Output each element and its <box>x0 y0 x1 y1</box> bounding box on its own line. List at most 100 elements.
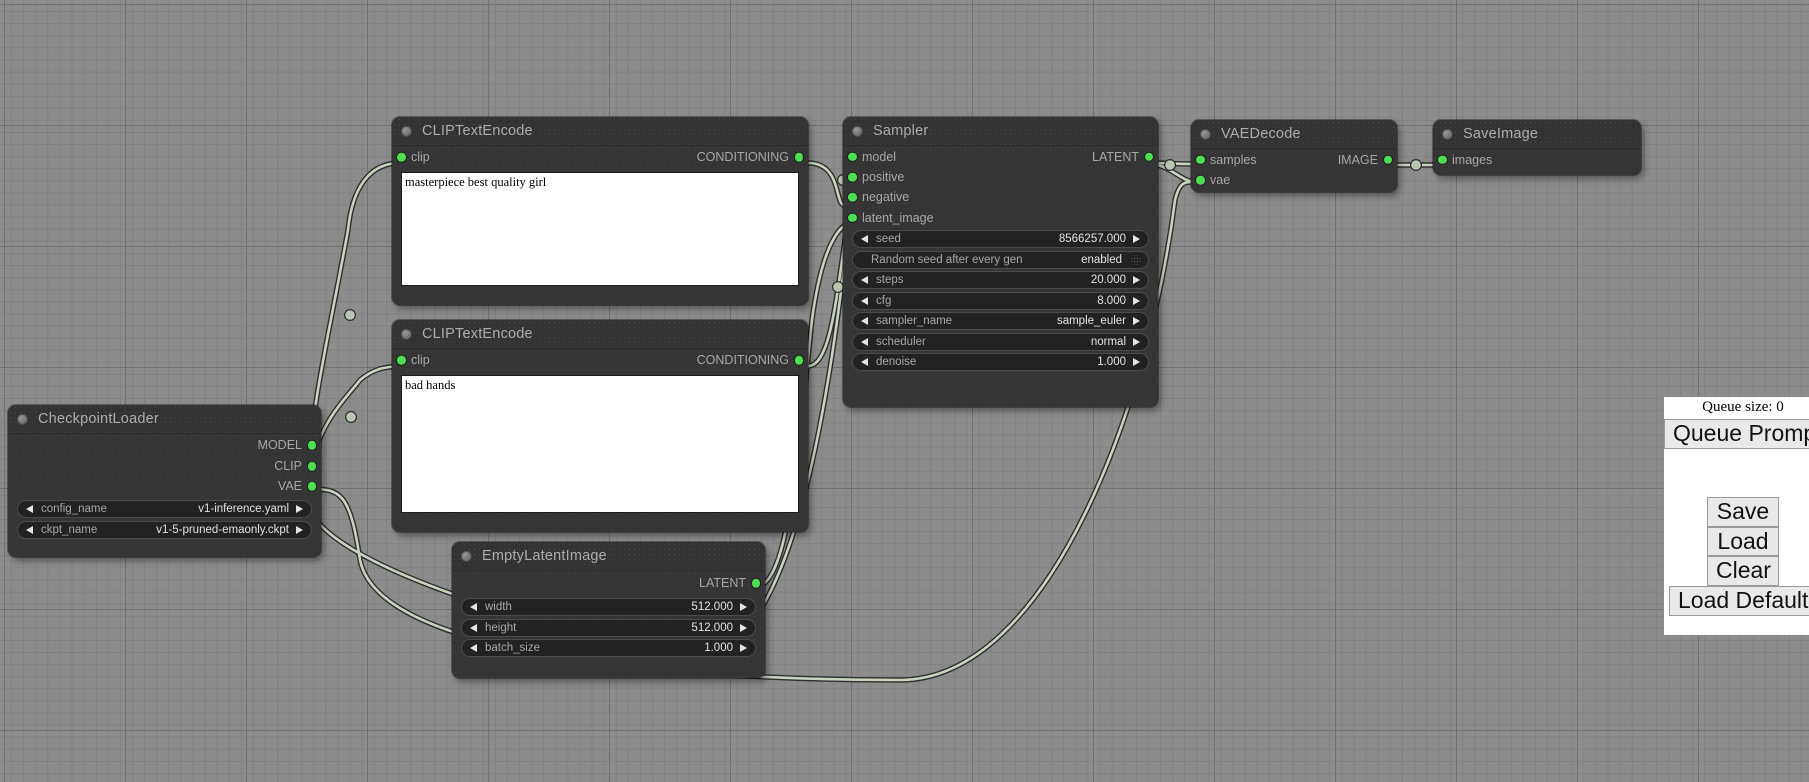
input-pip-model[interactable] <box>848 152 857 161</box>
decrement-arrow-icon[interactable] <box>861 276 868 284</box>
widget-batch-size[interactable]: batch_size 1.000 <box>461 639 756 657</box>
previous-arrow-icon[interactable] <box>26 526 33 534</box>
collapse-toggle-icon[interactable] <box>401 329 412 340</box>
widget-scheduler[interactable]: scheduler normal <box>852 333 1149 351</box>
output-pip-image[interactable] <box>1384 155 1393 164</box>
widget-denoise[interactable]: denoise 1.000 <box>852 353 1149 371</box>
slot-row: clip CONDITIONING <box>392 349 808 371</box>
widget-seed[interactable]: seed 8566257.000 <box>852 230 1149 248</box>
node-vaedecode[interactable]: VAEDecode samples IMAGE vae <box>1191 120 1397 192</box>
output-pip-conditioning[interactable] <box>795 356 804 365</box>
widget-label: sampler_name <box>876 315 952 327</box>
output-pip-clip[interactable] <box>308 462 317 471</box>
decrement-arrow-icon[interactable] <box>861 358 868 366</box>
input-pip-images[interactable] <box>1438 155 1447 164</box>
collapse-toggle-icon[interactable] <box>401 126 412 137</box>
widget-random-seed-toggle[interactable]: Random seed after every gen enabled <box>852 251 1149 269</box>
input-label-images: images <box>1452 153 1492 167</box>
collapse-toggle-icon[interactable] <box>1200 129 1211 140</box>
input-pip-clip[interactable] <box>397 153 406 162</box>
load-button[interactable]: Load <box>1707 527 1779 557</box>
next-arrow-icon[interactable] <box>296 505 303 513</box>
node-saveimage[interactable]: SaveImage images <box>1433 120 1641 175</box>
input-pip-positive[interactable] <box>848 173 857 182</box>
next-arrow-icon[interactable] <box>1133 317 1140 325</box>
slot-row: CLIP <box>8 456 321 476</box>
decrement-arrow-icon[interactable] <box>861 235 868 243</box>
node-header[interactable]: VAEDecode <box>1191 120 1397 149</box>
node-title: CLIPTextEncode <box>422 326 533 342</box>
node-sampler[interactable]: Sampler model LATENT positive negative l… <box>843 117 1158 407</box>
widget-steps[interactable]: steps 20.000 <box>852 271 1149 289</box>
node-emptylatentimage[interactable]: EmptyLatentImage LATENT width 512.000 he… <box>452 542 765 678</box>
menu-panel[interactable]: Queue size: 0 Queue Prompt Save Load Cle… <box>1663 396 1809 636</box>
node-title: CLIPTextEncode <box>422 123 533 139</box>
decrement-arrow-icon[interactable] <box>861 297 868 305</box>
node-checkpointloader[interactable]: CheckpointLoader MODEL CLIP VAE config_n… <box>8 405 321 557</box>
widget-label: config_name <box>41 503 107 515</box>
decrement-arrow-icon[interactable] <box>470 624 477 632</box>
increment-arrow-icon[interactable] <box>1133 297 1140 305</box>
slot-row: vae <box>1191 170 1397 190</box>
increment-arrow-icon[interactable] <box>1133 276 1140 284</box>
node-header[interactable]: SaveImage <box>1433 120 1641 149</box>
node-header[interactable]: CLIPTextEncode <box>392 320 808 349</box>
input-pip-samples[interactable] <box>1196 155 1205 164</box>
node-header[interactable]: CheckpointLoader <box>8 405 321 434</box>
collapse-toggle-icon[interactable] <box>17 414 28 425</box>
widget-sampler-name[interactable]: sampler_name sample_euler <box>852 312 1149 330</box>
node-header[interactable]: Sampler <box>843 117 1158 146</box>
next-arrow-icon[interactable] <box>296 526 303 534</box>
output-pip-vae[interactable] <box>308 482 317 491</box>
output-label-image: IMAGE <box>1338 153 1378 167</box>
widget-height[interactable]: height 512.000 <box>461 619 756 637</box>
increment-arrow-icon[interactable] <box>1133 358 1140 366</box>
output-pip-conditioning[interactable] <box>795 153 804 162</box>
decrement-arrow-icon[interactable] <box>470 644 477 652</box>
input-pip-latent-image[interactable] <box>848 213 857 222</box>
node-body: LATENT width 512.000 height 512.000 batc… <box>452 571 765 664</box>
slot-row: positive <box>843 167 1158 187</box>
collapse-toggle-icon[interactable] <box>1442 129 1453 140</box>
queue-prompt-button[interactable]: Queue Prompt <box>1664 419 1809 449</box>
increment-arrow-icon[interactable] <box>740 644 747 652</box>
next-arrow-icon[interactable] <box>1133 338 1140 346</box>
prompt-textarea-positive[interactable]: masterpiece best quality girl <box>401 172 799 286</box>
prompt-textarea-negative[interactable]: bad hands <box>401 375 799 513</box>
increment-arrow-icon[interactable] <box>740 624 747 632</box>
increment-arrow-icon[interactable] <box>1133 235 1140 243</box>
widget-config-name[interactable]: config_name v1-inference.yaml <box>17 500 312 518</box>
node-cliptextencode-negative[interactable]: CLIPTextEncode clip CONDITIONING bad han… <box>392 320 808 532</box>
node-header[interactable]: EmptyLatentImage <box>452 542 765 571</box>
node-graph-canvas[interactable]: CLIPTextEncode clip CONDITIONING masterp… <box>0 0 1809 782</box>
widget-cfg[interactable]: cfg 8.000 <box>852 292 1149 310</box>
load-default-button[interactable]: Load Default <box>1669 586 1809 616</box>
previous-arrow-icon[interactable] <box>861 317 868 325</box>
clear-button[interactable]: Clear <box>1707 556 1779 586</box>
node-header[interactable]: CLIPTextEncode <box>392 117 808 146</box>
decrement-arrow-icon[interactable] <box>470 603 477 611</box>
widget-label: denoise <box>876 356 916 368</box>
output-pip-latent[interactable] <box>1145 152 1154 161</box>
input-pip-negative[interactable] <box>848 193 857 202</box>
widget-label: height <box>485 622 516 634</box>
slot-row: images <box>1433 149 1641 170</box>
widget-width[interactable]: width 512.000 <box>461 598 756 616</box>
output-pip-latent[interactable] <box>752 579 761 588</box>
collapse-toggle-icon[interactable] <box>852 126 863 137</box>
slot-row: VAE <box>8 476 321 496</box>
widget-label: batch_size <box>485 642 540 654</box>
output-label-clip: CLIP <box>274 459 302 473</box>
collapse-toggle-icon[interactable] <box>461 551 472 562</box>
input-pip-vae[interactable] <box>1196 176 1205 185</box>
increment-arrow-icon[interactable] <box>740 603 747 611</box>
input-pip-clip[interactable] <box>397 356 406 365</box>
save-button[interactable]: Save <box>1707 497 1779 527</box>
previous-arrow-icon[interactable] <box>26 505 33 513</box>
output-label-conditioning: CONDITIONING <box>697 353 789 367</box>
output-pip-model[interactable] <box>308 441 317 450</box>
toggle-knob-icon[interactable] <box>1130 254 1142 266</box>
node-cliptextencode-positive[interactable]: CLIPTextEncode clip CONDITIONING masterp… <box>392 117 808 305</box>
previous-arrow-icon[interactable] <box>861 338 868 346</box>
widget-ckpt-name[interactable]: ckpt_name v1-5-pruned-emaonly.ckpt <box>17 521 312 539</box>
